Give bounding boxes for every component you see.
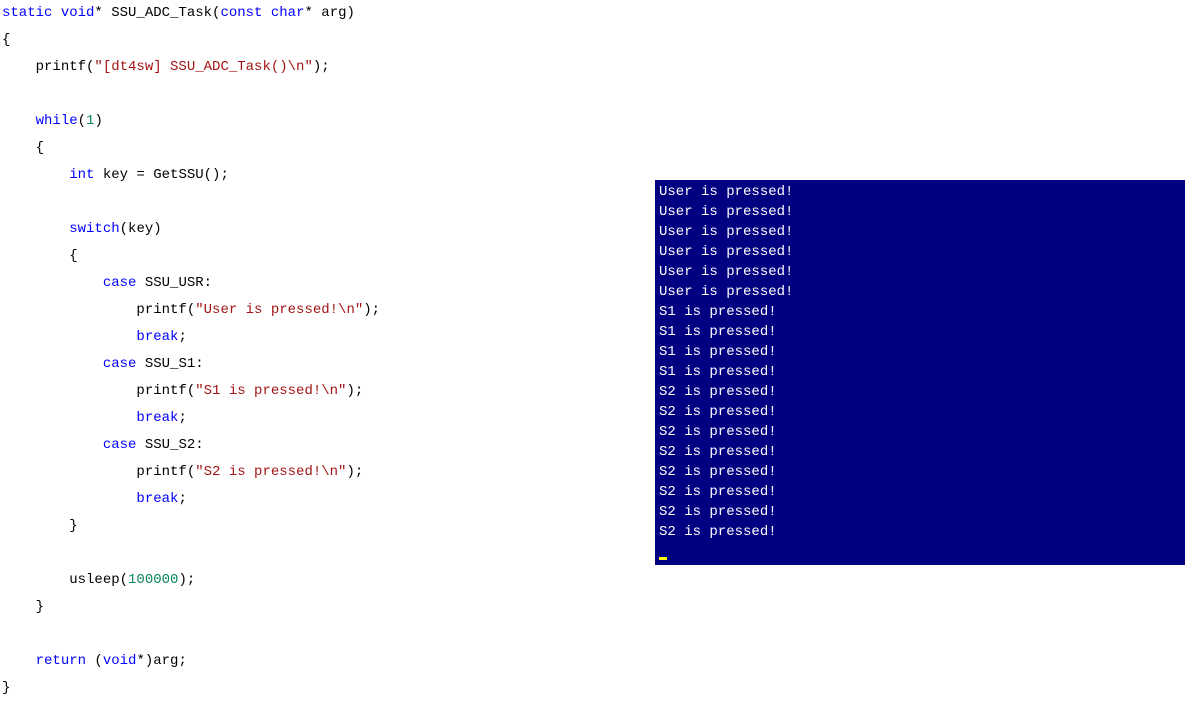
code-line[interactable]: }	[2, 594, 1198, 621]
terminal-line: S1 is pressed!	[659, 322, 1181, 342]
terminal-line: User is pressed!	[659, 182, 1181, 202]
code-line[interactable]	[2, 621, 1198, 648]
code-line[interactable]: static void* SSU_ADC_Task(const char* ar…	[2, 0, 1198, 27]
terminal-line: S1 is pressed!	[659, 342, 1181, 362]
terminal-line: S2 is pressed!	[659, 422, 1181, 442]
code-line[interactable]	[2, 81, 1198, 108]
terminal-line: User is pressed!	[659, 242, 1181, 262]
code-line[interactable]: usleep(100000);	[2, 567, 1198, 594]
terminal-line: User is pressed!	[659, 262, 1181, 282]
terminal-line: S1 is pressed!	[659, 362, 1181, 382]
terminal-output: User is pressed!User is pressed!User is …	[655, 180, 1185, 565]
terminal-line: S2 is pressed!	[659, 382, 1181, 402]
terminal-line: S2 is pressed!	[659, 522, 1181, 542]
code-line[interactable]: {	[2, 135, 1198, 162]
terminal-line: User is pressed!	[659, 202, 1181, 222]
terminal-line: S2 is pressed!	[659, 402, 1181, 422]
terminal-line: S2 is pressed!	[659, 442, 1181, 462]
terminal-line: S1 is pressed!	[659, 302, 1181, 322]
terminal-cursor-line	[659, 542, 1181, 562]
code-line[interactable]: }	[2, 675, 1198, 702]
code-line[interactable]: return (void*)arg;	[2, 648, 1198, 675]
code-line[interactable]: while(1)	[2, 108, 1198, 135]
terminal-line: S2 is pressed!	[659, 502, 1181, 522]
terminal-line: S2 is pressed!	[659, 482, 1181, 502]
terminal-line: User is pressed!	[659, 222, 1181, 242]
code-line[interactable]: printf("[dt4sw] SSU_ADC_Task()\n");	[2, 54, 1198, 81]
code-line[interactable]: {	[2, 27, 1198, 54]
terminal-line: S2 is pressed!	[659, 462, 1181, 482]
terminal-line: User is pressed!	[659, 282, 1181, 302]
cursor-icon	[659, 557, 667, 560]
